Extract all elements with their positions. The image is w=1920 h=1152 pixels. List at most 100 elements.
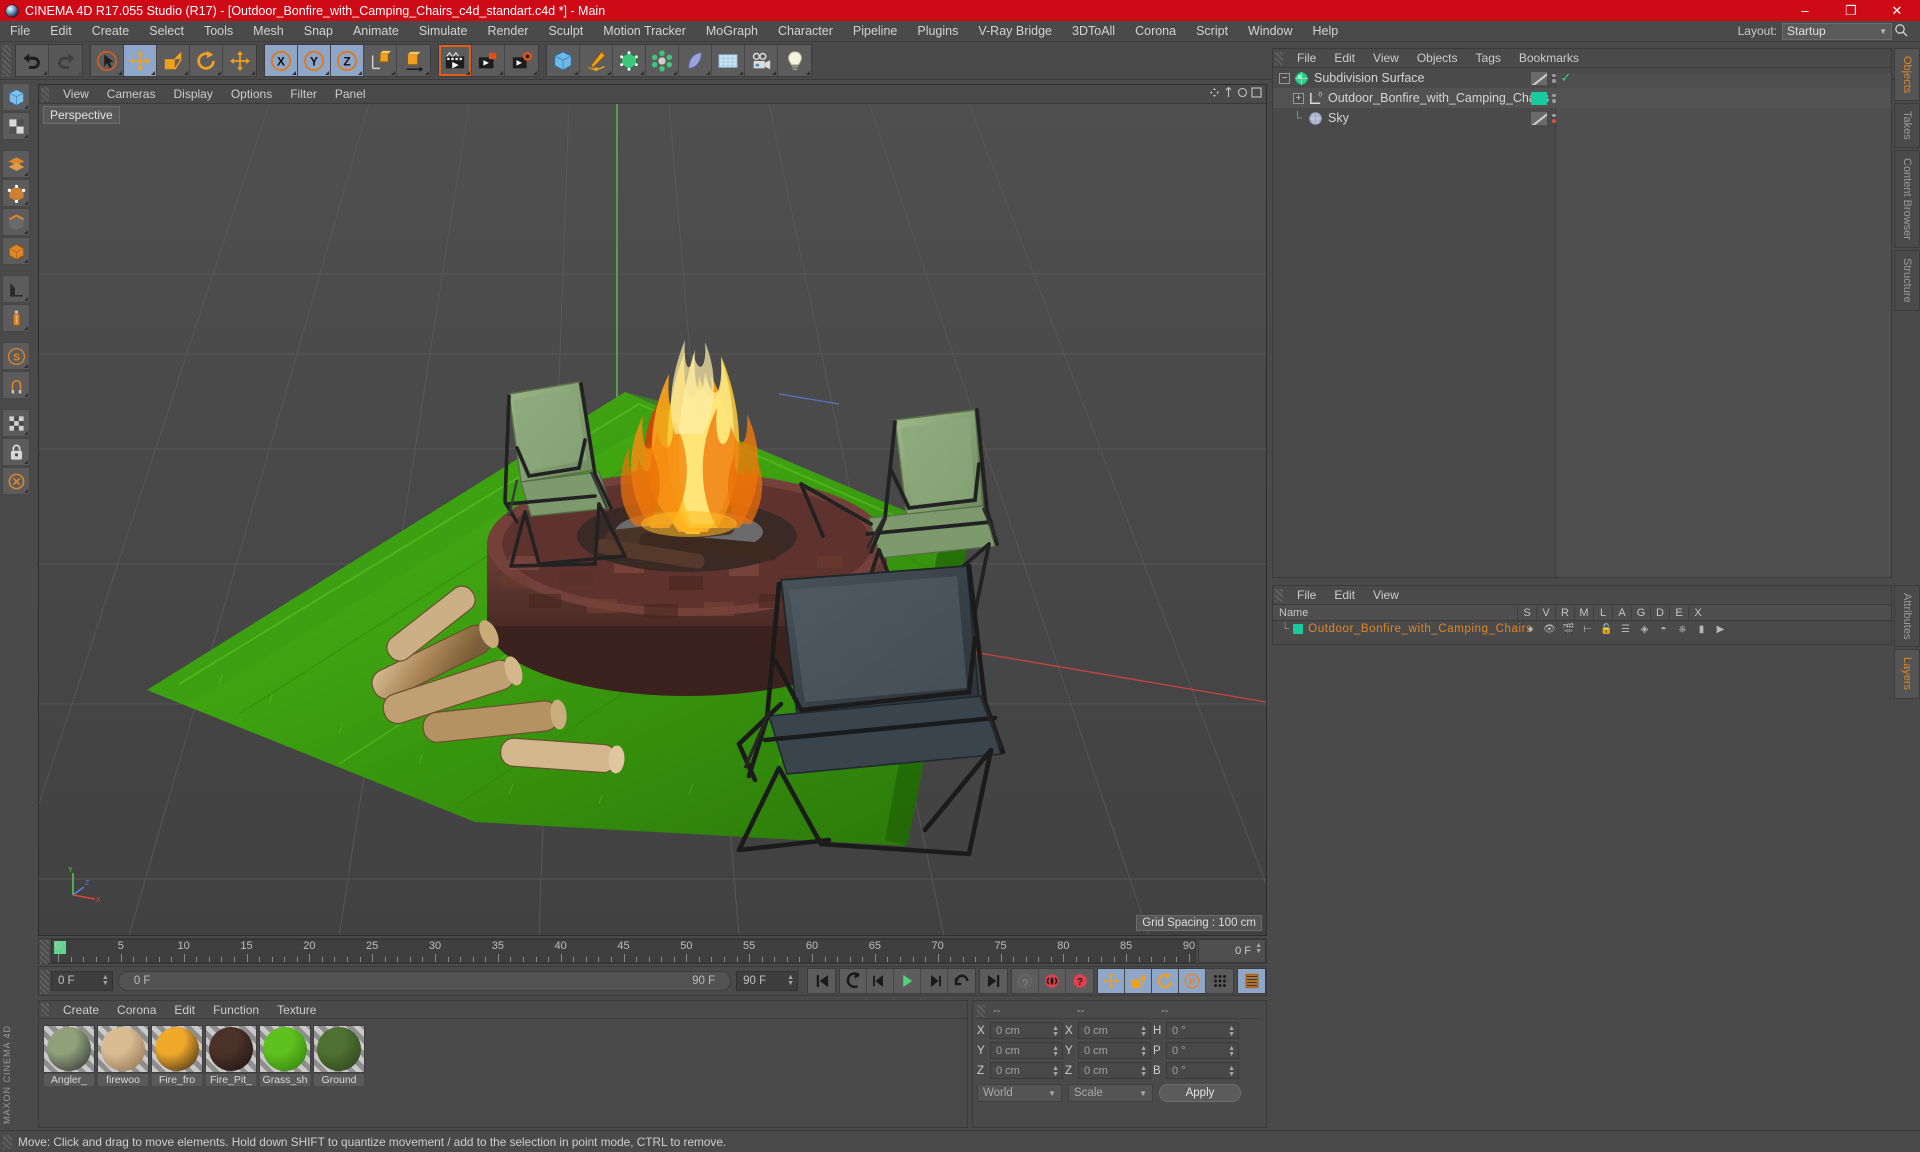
snap-settings-button[interactable]: S bbox=[2, 342, 30, 370]
record-question-button[interactable]: ? bbox=[1066, 969, 1093, 993]
spinner-icon[interactable]: ▲ ▼ bbox=[1140, 1065, 1147, 1078]
layer-column-x[interactable]: X bbox=[1688, 606, 1707, 619]
layer-column-r[interactable]: R bbox=[1555, 606, 1574, 619]
render-view-button[interactable] bbox=[439, 45, 472, 76]
add-camera-button[interactable] bbox=[745, 45, 778, 76]
viewport-menu-view[interactable]: View bbox=[54, 85, 98, 104]
object-menu-bookmarks[interactable]: Bookmarks bbox=[1510, 49, 1588, 68]
visibility-dots-icon[interactable] bbox=[1552, 113, 1556, 123]
spinner-icon[interactable]: ▲ ▼ bbox=[787, 974, 794, 987]
menu-item-animate[interactable]: Animate bbox=[343, 21, 409, 42]
object-menu-objects[interactable]: Objects bbox=[1408, 49, 1467, 68]
material-preview[interactable] bbox=[151, 1025, 203, 1073]
record-active-objects-button[interactable] bbox=[1039, 969, 1066, 993]
coordinate-system-dropdown[interactable]: World ▼ bbox=[977, 1084, 1062, 1102]
spinner-icon[interactable]: ▲ ▼ bbox=[1140, 1045, 1147, 1058]
add-cube-button[interactable] bbox=[547, 45, 580, 76]
move-tool-button[interactable] bbox=[124, 45, 157, 76]
viewport-menu-panel[interactable]: Panel bbox=[326, 85, 375, 104]
menu-item-render[interactable]: Render bbox=[477, 21, 538, 42]
play-backward-button[interactable] bbox=[867, 969, 894, 993]
layer-menu-grip[interactable] bbox=[1275, 588, 1283, 602]
point-mode-button[interactable] bbox=[2, 179, 30, 207]
move-alt-button[interactable] bbox=[223, 45, 256, 76]
menu-item-mesh[interactable]: Mesh bbox=[243, 21, 294, 42]
material-menu-texture[interactable]: Texture bbox=[268, 1001, 325, 1019]
object-menu-grip[interactable] bbox=[1275, 51, 1283, 65]
rotation-h-input[interactable]: 0 ° ▲ ▼ bbox=[1166, 1022, 1239, 1039]
minimize-button[interactable]: – bbox=[1782, 0, 1828, 21]
undo-button[interactable] bbox=[16, 45, 49, 76]
add-nurbs-button[interactable] bbox=[613, 45, 646, 76]
layer-menu-edit[interactable]: Edit bbox=[1325, 586, 1364, 605]
key-rotation-button[interactable] bbox=[1152, 969, 1179, 993]
autokey-button[interactable] bbox=[1012, 969, 1039, 993]
menu-item-help[interactable]: Help bbox=[1303, 21, 1349, 42]
search-icon[interactable] bbox=[1894, 23, 1908, 37]
material-item[interactable]: Angler_ bbox=[43, 1025, 95, 1087]
material-menu-function[interactable]: Function bbox=[204, 1001, 268, 1019]
layer-toggle-A[interactable]: ☰ bbox=[1616, 621, 1635, 637]
add-light-button[interactable] bbox=[778, 45, 811, 76]
layer-toggle-M[interactable]: ⊢ bbox=[1578, 621, 1597, 637]
perspective-viewport[interactable]: View Cameras Display Options Filter Panel bbox=[38, 84, 1267, 936]
layer-toggle-R[interactable]: 🎬 bbox=[1559, 621, 1578, 637]
layer-toggle-X[interactable]: ▮ bbox=[1692, 621, 1711, 637]
edge-mode-button[interactable] bbox=[2, 208, 30, 236]
menu-item-snap[interactable]: Snap bbox=[294, 21, 343, 42]
spinner-icon[interactable]: ▲ ▼ bbox=[1255, 942, 1262, 955]
apply-button[interactable]: Apply bbox=[1159, 1084, 1241, 1102]
timeline-ruler[interactable]: 0 5 10 15 20 25 30 35 40 45 50 55 60 65 70 75 80 85 90 0 F… bbox=[38, 938, 1267, 964]
material-menu-corona[interactable]: Corona bbox=[108, 1001, 165, 1019]
menu-item-mograph[interactable]: MoGraph bbox=[696, 21, 768, 42]
material-tag-icon[interactable] bbox=[1531, 91, 1547, 105]
menu-item-tools[interactable]: Tools bbox=[194, 21, 243, 42]
spinner-icon[interactable]: ▲ ▼ bbox=[102, 974, 109, 987]
material-item[interactable]: Ground bbox=[313, 1025, 365, 1087]
layer-menu-view[interactable]: View bbox=[1364, 586, 1408, 605]
spinner-icon[interactable]: ▲ ▼ bbox=[1052, 1025, 1059, 1038]
material-item[interactable]: firewoo bbox=[97, 1025, 149, 1087]
selection-tool-button[interactable] bbox=[2, 83, 30, 111]
material-menu-grip[interactable] bbox=[41, 1003, 49, 1016]
menu-item-simulate[interactable]: Simulate bbox=[409, 21, 478, 42]
panel-tab-structure[interactable]: Structure bbox=[1894, 249, 1920, 311]
expand-toggle-icon[interactable]: + bbox=[1293, 92, 1304, 104]
viewport-menu-display[interactable]: Display bbox=[164, 85, 221, 104]
enable-axis-button[interactable] bbox=[2, 409, 30, 437]
material-preview[interactable] bbox=[313, 1025, 365, 1073]
maximize-button[interactable]: ❐ bbox=[1828, 0, 1874, 21]
size-z-input[interactable]: 0 cm ▲ ▼ bbox=[1078, 1062, 1151, 1079]
material-preview[interactable] bbox=[97, 1025, 149, 1073]
material-preview[interactable] bbox=[259, 1025, 311, 1073]
scale-tool-button[interactable] bbox=[157, 45, 190, 76]
key-pla-button[interactable] bbox=[1206, 969, 1233, 993]
layer-toggle-S[interactable]: ● bbox=[1521, 621, 1540, 637]
layer-toggle-D[interactable]: ◓ bbox=[1654, 621, 1673, 637]
add-array-button[interactable] bbox=[646, 45, 679, 76]
empty-tag-slot[interactable] bbox=[1531, 71, 1547, 85]
toolbar-grip[interactable] bbox=[2, 44, 11, 77]
menu-item-edit[interactable]: Edit bbox=[40, 21, 82, 42]
spinner-icon[interactable]: ▲ ▼ bbox=[1228, 1025, 1235, 1038]
paint-tool-button[interactable] bbox=[2, 304, 30, 332]
panel-tab-objects[interactable]: Objects bbox=[1894, 48, 1920, 102]
axis-z-lock-button[interactable]: Z bbox=[331, 45, 364, 76]
select-live-button[interactable] bbox=[91, 45, 124, 76]
layer-column-g[interactable]: G bbox=[1631, 606, 1650, 619]
coordinates-grip[interactable] bbox=[977, 1004, 985, 1017]
rotation-p-input[interactable]: 0 ° ▲ ▼ bbox=[1166, 1042, 1239, 1059]
goto-start-button[interactable] bbox=[808, 969, 835, 993]
timeline-grip[interactable] bbox=[40, 940, 49, 964]
layer-toggle-E[interactable]: ⎈ bbox=[1673, 621, 1692, 637]
object-menu-tags[interactable]: Tags bbox=[1467, 49, 1510, 68]
menu-item-v-ray-bridge[interactable]: V-Ray Bridge bbox=[968, 21, 1062, 42]
viewport-canvas[interactable]: Perspective Grid Spacing : 100 cm Y X Z bbox=[39, 104, 1266, 935]
timeline-frame-field[interactable]: 0 F ▲ ▼ bbox=[1198, 939, 1266, 963]
layer-toggle-L[interactable]: 🔓 bbox=[1597, 621, 1616, 637]
lock-axis-button[interactable] bbox=[2, 438, 30, 466]
menu-item-character[interactable]: Character bbox=[768, 21, 843, 42]
goto-end-button[interactable] bbox=[980, 969, 1007, 993]
material-item[interactable]: Fire_fro bbox=[151, 1025, 203, 1087]
object-row[interactable]: └ Sky bbox=[1273, 108, 1891, 128]
